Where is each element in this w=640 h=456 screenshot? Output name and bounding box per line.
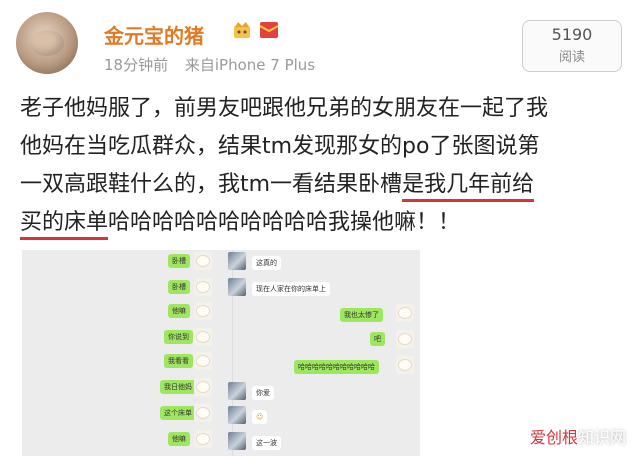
post-line-4-text: 哈哈哈哈哈哈哈哈哈哈我操他嘛！！: [108, 210, 461, 235]
chat-avatar: [194, 378, 212, 396]
chat-bubble: 你说到: [164, 330, 193, 344]
post-line-4: 买的床单哈哈哈哈哈哈哈哈哈哈我操他嘛！！: [20, 204, 630, 242]
chat-avatar: [228, 406, 246, 424]
crown-badge-icon: [234, 22, 250, 38]
post-time: 18分钟前: [104, 56, 169, 74]
chat-bubble: 现在人家在你的床单上: [252, 282, 330, 296]
chat-bubble: 这真的: [252, 256, 281, 270]
chat-bubble: 这一波: [252, 436, 281, 450]
post-line-3-text: 一双高跟鞋什么的，我tm一看结果卧槽: [20, 172, 403, 197]
post-line-2: 他妈在当吃瓜群众，结果tm发现那女的po了张图说第: [20, 134, 540, 159]
chat-avatar: [194, 352, 212, 370]
watermark: 爱创根知识网: [529, 428, 626, 447]
chat-bubble: 吧: [370, 332, 385, 346]
chat-bubble: 他嘛: [168, 432, 190, 446]
post-source[interactable]: 来自iPhone 7 Plus: [185, 56, 315, 74]
chat-bubble: 我日他妈: [160, 380, 196, 394]
chat-bubble: 卧槽: [168, 280, 190, 294]
chat-avatar: [228, 432, 246, 450]
chat-avatar: [194, 278, 212, 296]
post-line-3: 一双高跟鞋什么的，我tm一看结果卧槽是我几年前给: [20, 166, 630, 204]
chat-screenshot-image[interactable]: 卧槽 卧槽 他嘛 你说到 我看看 我日他妈 这个床单 他嘛 这真的 现在人家在你…: [22, 250, 420, 456]
post-line-1: 老子他妈服了，前男友吧跟他兄弟的女朋友在一起了我: [20, 96, 549, 121]
username[interactable]: 金元宝的猪: [104, 20, 204, 49]
chat-avatar: [194, 302, 212, 320]
post-body: 老子他妈服了，前男友吧跟他兄弟的女朋友在一起了我 他妈在当吃瓜群众，结果tm发现…: [20, 90, 630, 242]
chat-bubble: 我看看: [164, 354, 193, 368]
chat-bubble: 哈哈哈哈哈哈哈哈哈哈哈: [294, 360, 379, 374]
chat-bubble: 卧槽: [168, 254, 190, 268]
chat-avatar: [194, 252, 212, 270]
chat-bubble: 他嘛: [168, 304, 190, 318]
chat-avatar: [228, 382, 246, 400]
chat-avatar: [194, 404, 212, 422]
read-label: 阅读: [558, 50, 585, 65]
post-meta: 18分钟前 来自iPhone 7 Plus: [104, 54, 327, 75]
chat-avatar: [396, 356, 414, 374]
read-count-box: 5190 阅读: [522, 20, 622, 72]
post-underlined-phrase-1: 是我几年前给: [402, 172, 535, 202]
read-count: 5190: [551, 25, 593, 44]
post-underlined-phrase-2: 买的床单: [20, 210, 109, 240]
chat-avatar: [194, 328, 212, 346]
chat-avatar: [194, 430, 212, 448]
chat-bubble: ☺: [252, 410, 268, 424]
red-envelope-icon: [259, 22, 279, 38]
chat-bubble: 你爱: [252, 386, 274, 400]
chat-avatar: [228, 278, 246, 296]
user-avatar[interactable]: [16, 12, 78, 74]
chat-avatar: [396, 304, 414, 322]
chat-avatar: [228, 252, 246, 270]
chat-bubble: 我也太惨了: [340, 308, 383, 322]
chat-bubble: 这个床单: [160, 406, 196, 420]
chat-avatar: [396, 330, 414, 348]
